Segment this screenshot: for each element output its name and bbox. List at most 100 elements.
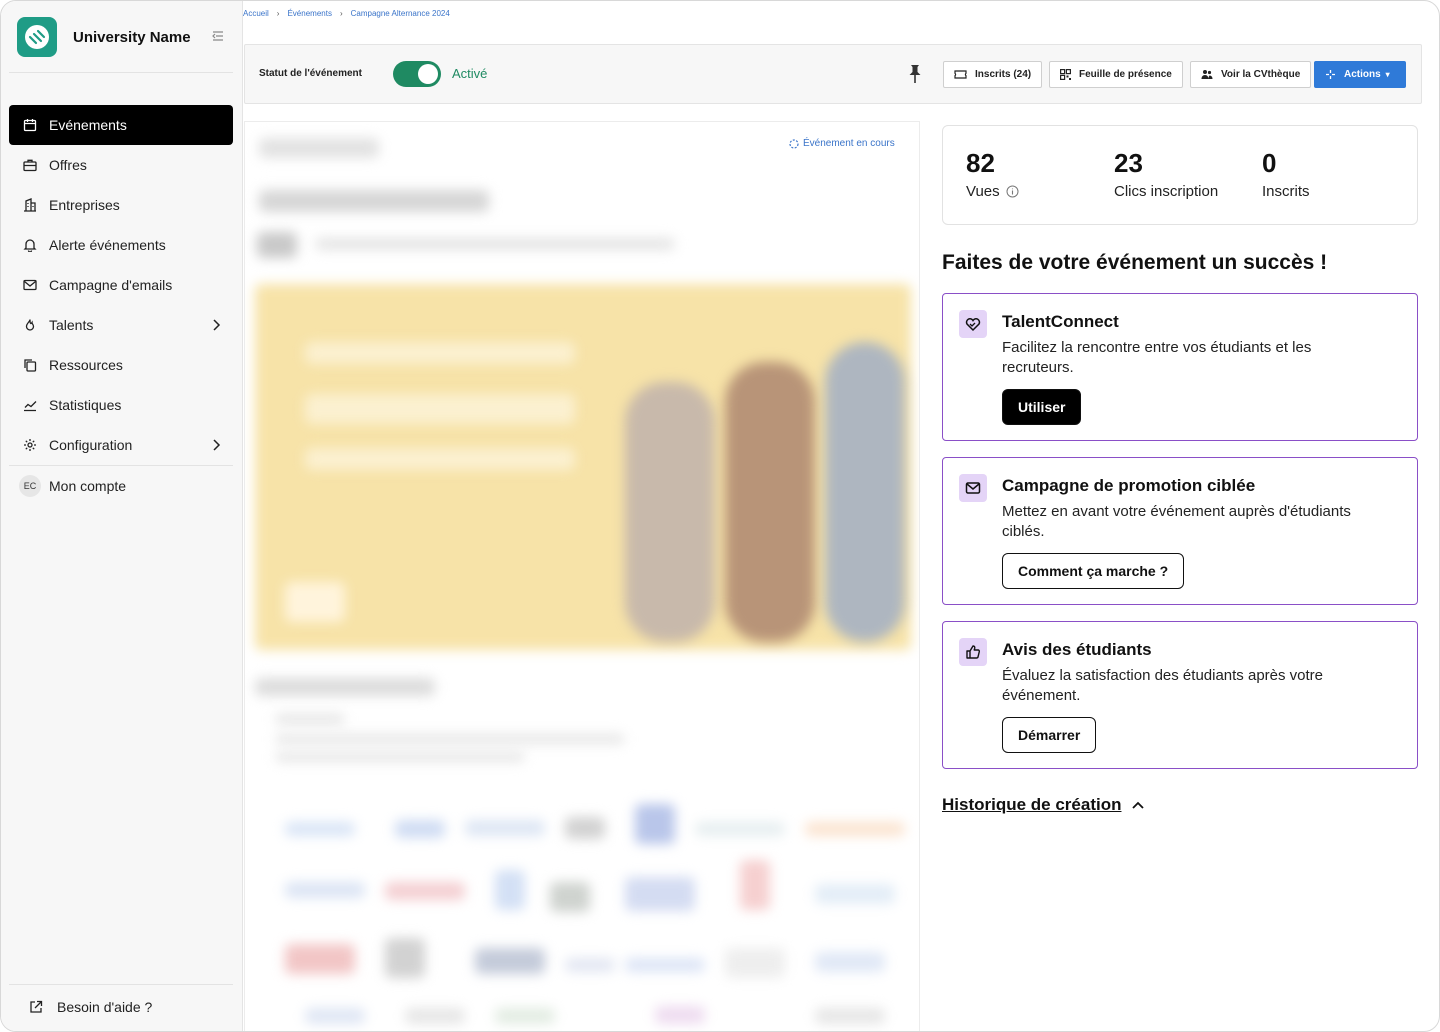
stat-views: 82 Vues bbox=[966, 148, 1019, 200]
blurred-partner-logo bbox=[815, 952, 885, 972]
stat-value: 82 bbox=[966, 148, 995, 178]
blurred-tag bbox=[259, 138, 379, 158]
promo-card-campaign: Campagne de promotion ciblée Mettez en a… bbox=[942, 457, 1418, 605]
briefcase-icon bbox=[23, 158, 37, 172]
blurred-banner-text bbox=[305, 394, 575, 424]
sidebar-item-evenements[interactable]: Evénements bbox=[9, 105, 233, 145]
event-status-text: Événement en cours bbox=[803, 138, 895, 149]
event-preview-panel: Événement en cours bbox=[244, 121, 920, 1031]
start-survey-button[interactable]: Démarrer bbox=[1002, 717, 1097, 753]
breadcrumb-item[interactable]: Événements bbox=[287, 9, 331, 18]
creation-history-toggle[interactable]: Historique de création bbox=[942, 795, 1145, 815]
chevron-down-icon: ▾ bbox=[1385, 70, 1390, 79]
cvtheque-button[interactable]: Voir la CVthèque bbox=[1190, 61, 1312, 88]
blurred-partner-logo bbox=[625, 877, 695, 911]
sidebar-item-statistiques[interactable]: Statistiques bbox=[9, 385, 233, 425]
external-link-icon bbox=[30, 1000, 43, 1013]
blurred-partner-logo bbox=[475, 948, 545, 974]
stat-label: Inscrits bbox=[1262, 183, 1310, 200]
blurred-partner-logo bbox=[805, 822, 905, 836]
sidebar-item-alerte-evenements[interactable]: Alerte événements bbox=[9, 225, 233, 265]
ticket-icon bbox=[954, 70, 967, 79]
sidebar-item-campagne-emails[interactable]: Campagne d'emails bbox=[9, 265, 233, 305]
use-talentconnect-button[interactable]: Utiliser bbox=[1002, 389, 1082, 425]
breadcrumb-item[interactable]: Accueil bbox=[243, 9, 269, 18]
stat-label: Clics inscription bbox=[1114, 183, 1219, 200]
mail-icon bbox=[23, 278, 37, 292]
blurred-partner-logo bbox=[655, 1006, 705, 1024]
sidebar-item-label: Statistiques bbox=[49, 397, 122, 413]
chevron-right-icon bbox=[213, 319, 221, 331]
actions-dropdown[interactable]: Actions ▾ bbox=[1314, 61, 1406, 88]
blurred-partner-logo bbox=[285, 882, 365, 898]
stat-registered: 0 Inscrits bbox=[1262, 148, 1310, 200]
promo-card-title: Campagne de promotion ciblée bbox=[1002, 476, 1256, 495]
creation-history-label: Historique de création bbox=[942, 795, 1122, 814]
chevron-right-icon bbox=[213, 439, 221, 451]
stat-label-text: Vues bbox=[966, 183, 1000, 200]
main-content: Accueil › Événements › Campagne Alternan… bbox=[243, 1, 1439, 1031]
sidebar-nav: Evénements Offres Entreprises Alerte évé… bbox=[9, 105, 233, 506]
sidebar-item-label: Ressources bbox=[49, 357, 123, 373]
blurred-partner-logo bbox=[695, 822, 785, 836]
cvtheque-button-label: Voir la CVthèque bbox=[1221, 69, 1301, 80]
sidebar-item-ressources[interactable]: Ressources bbox=[9, 345, 233, 385]
info-icon[interactable] bbox=[1006, 185, 1019, 198]
help-link[interactable]: Besoin d'aide ? bbox=[29, 999, 152, 1015]
sidebar-item-mon-compte[interactable]: EC Mon compte bbox=[9, 466, 233, 506]
help-label: Besoin d'aide ? bbox=[57, 999, 153, 1015]
promo-card-description: Mettez en avant votre événement auprès d… bbox=[1002, 503, 1351, 540]
blurred-heading bbox=[255, 678, 435, 696]
chart-icon bbox=[23, 398, 37, 412]
toggle-knob bbox=[418, 64, 438, 84]
calendar-icon bbox=[23, 118, 37, 132]
app-window: University Name Evénements Offres Entrep… bbox=[0, 0, 1440, 1032]
event-status-toggle[interactable] bbox=[393, 61, 441, 87]
blurred-logo bbox=[285, 582, 345, 622]
promo-card-title: Avis des étudiants bbox=[1002, 640, 1152, 659]
sidebar-item-label: Offres bbox=[49, 157, 87, 173]
attendance-button-label: Feuille de présence bbox=[1079, 69, 1172, 80]
sidebar-divider bbox=[9, 984, 233, 985]
sidebar-item-label: Evénements bbox=[49, 117, 127, 133]
actions-button-label: Actions bbox=[1344, 69, 1381, 80]
university-logo[interactable] bbox=[17, 17, 57, 57]
chevron-right-icon: › bbox=[339, 9, 343, 18]
blurred-partner-logo bbox=[740, 860, 770, 910]
blurred-partner-logo bbox=[625, 958, 705, 972]
heart-handshake-icon bbox=[959, 310, 987, 338]
blurred-banner-text bbox=[305, 342, 575, 364]
pin-icon[interactable] bbox=[906, 64, 924, 84]
thumbs-up-icon bbox=[959, 638, 987, 666]
blurred-partner-logo bbox=[405, 1008, 465, 1024]
chevron-right-icon: › bbox=[276, 9, 280, 18]
blurred-text bbox=[315, 238, 675, 250]
loading-icon bbox=[789, 138, 799, 149]
breadcrumb-item[interactable]: Campagne Alternance 2024 bbox=[351, 9, 450, 18]
promo-section-title: Faites de votre événement un succès ! bbox=[942, 251, 1328, 274]
sidebar-item-talents[interactable]: Talents bbox=[9, 305, 233, 345]
toggle-state-label: Activé bbox=[452, 66, 488, 81]
copy-icon bbox=[23, 358, 37, 372]
registered-button[interactable]: Inscrits (24) bbox=[943, 61, 1043, 88]
blurred-partner-logo bbox=[565, 817, 605, 839]
sidebar-item-offres[interactable]: Offres bbox=[9, 145, 233, 185]
users-icon bbox=[1201, 70, 1213, 79]
promo-card-description: Évaluez la satisfaction des étudiants ap… bbox=[1002, 667, 1324, 704]
registered-button-label: Inscrits (24) bbox=[975, 69, 1032, 80]
how-it-works-button[interactable]: Comment ça marche ? bbox=[1002, 553, 1185, 589]
collapse-sidebar-icon[interactable] bbox=[211, 29, 225, 43]
qr-code-icon bbox=[1060, 69, 1071, 80]
blurred-partner-logo bbox=[395, 820, 445, 838]
sidebar-item-label: Mon compte bbox=[49, 478, 127, 494]
promo-card-description: Facilitez la rencontre entre vos étudian… bbox=[1002, 339, 1312, 376]
promo-card-student-reviews: Avis des étudiants Évaluez la satisfacti… bbox=[942, 621, 1418, 769]
sidebar-item-entreprises[interactable]: Entreprises bbox=[9, 185, 233, 225]
avatar: EC bbox=[19, 475, 41, 497]
blurred-text bbox=[275, 734, 625, 744]
blurred-partner-logo bbox=[385, 938, 425, 978]
sidebar-item-configuration[interactable]: Configuration bbox=[9, 425, 233, 465]
sidebar-item-label: Configuration bbox=[49, 437, 133, 453]
promo-card-talentconnect: TalentConnect Facilitez la rencontre ent… bbox=[942, 293, 1418, 441]
attendance-sheet-button[interactable]: Feuille de présence bbox=[1049, 61, 1183, 88]
